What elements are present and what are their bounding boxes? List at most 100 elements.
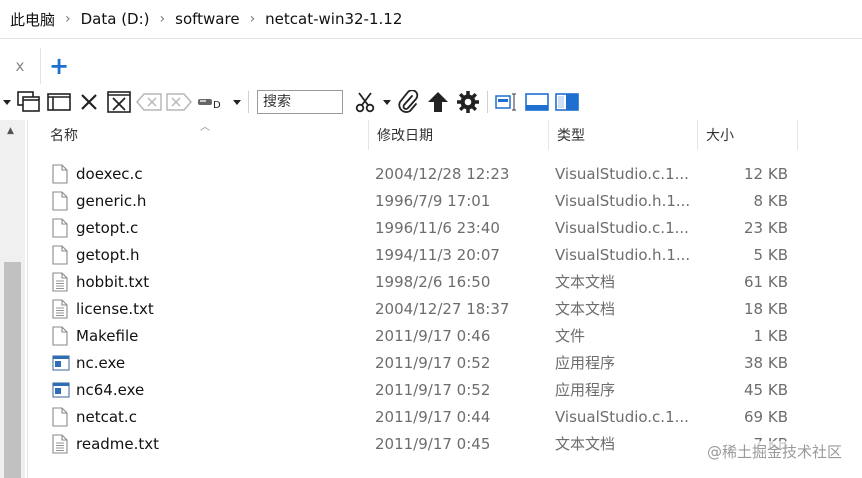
panel-window-icon[interactable] xyxy=(44,87,74,117)
file-name[interactable]: generic.h xyxy=(76,187,146,214)
column-size-label: 大小 xyxy=(706,128,734,144)
dropdown-arrow-icon[interactable] xyxy=(230,87,244,117)
file-row[interactable]: hobbit.txt 1998/2/6 16:50 文本文档 61 KB xyxy=(30,268,862,295)
file-row[interactable]: doexec.c 2004/12/28 12:23 VisualStudio.c.1… xyxy=(30,160,862,187)
dropdown-arrow-icon[interactable] xyxy=(381,87,393,117)
file-modified-date: 1998/2/6 16:50 xyxy=(375,272,491,291)
file-type: VisualStudio.c.1... xyxy=(555,218,689,237)
file-modified-date: 2004/12/27 18:37 xyxy=(375,299,510,318)
file-name[interactable]: nc64.exe xyxy=(76,376,144,403)
file-size: 61 KB xyxy=(744,272,788,291)
scrollbar-thumb[interactable] xyxy=(4,262,21,478)
preview-pane-icon[interactable] xyxy=(492,87,522,117)
file-name[interactable]: doexec.c xyxy=(76,160,143,187)
file-modified-date: 1996/11/6 23:40 xyxy=(375,218,500,237)
close-tab-button[interactable]: x xyxy=(0,48,41,84)
layout-side-pane-icon[interactable] xyxy=(552,87,582,117)
close-window-icon[interactable] xyxy=(104,87,134,117)
column-header-type[interactable]: 类型 xyxy=(549,120,698,150)
file-modified-date: 1994/11/3 20:07 xyxy=(375,245,500,264)
copy-window-icon[interactable] xyxy=(14,87,44,117)
file-size: 8 KB xyxy=(753,191,788,210)
file-row[interactable]: Makefile 2011/9/17 0:46 文件 1 KB xyxy=(30,322,862,349)
file-size: 18 KB xyxy=(744,299,788,318)
breadcrumb-item-software[interactable]: software xyxy=(169,10,245,28)
close-icon[interactable] xyxy=(74,87,104,117)
svg-text:D: D xyxy=(213,100,221,110)
exe-icon xyxy=(52,349,70,376)
file-type: VisualStudio.c.1... xyxy=(555,407,689,426)
file-size: 5 KB xyxy=(753,245,788,264)
file-name[interactable]: Makefile xyxy=(76,322,138,349)
chevron-right-icon[interactable]: › xyxy=(246,11,260,27)
column-name-label: 名称 xyxy=(50,128,78,144)
backspace-icon[interactable] xyxy=(134,87,164,117)
file-icon xyxy=(52,187,70,214)
drive-icon[interactable]: D xyxy=(194,87,230,117)
file-icon xyxy=(52,322,70,349)
file-list: doexec.c 2004/12/28 12:23 VisualStudio.c.1… xyxy=(30,160,862,457)
file-modified-date: 2004/12/28 12:23 xyxy=(375,164,510,183)
file-row[interactable]: nc64.exe 2011/9/17 0:52 应用程序 45 KB xyxy=(30,376,862,403)
column-header-size[interactable]: 大小 xyxy=(698,120,798,150)
file-row[interactable]: getopt.c 1996/11/6 23:40 VisualStudio.c.1.… xyxy=(30,214,862,241)
file-size: 69 KB xyxy=(744,407,788,426)
gear-icon[interactable] xyxy=(453,87,483,117)
search-input[interactable] xyxy=(257,90,343,114)
file-modified-date: 2011/9/17 0:44 xyxy=(375,407,491,426)
text-file-icon xyxy=(52,268,70,295)
layout-bottom-pane-icon[interactable] xyxy=(522,87,552,117)
file-modified-date: 2011/9/17 0:52 xyxy=(375,380,491,399)
tab-strip: x + xyxy=(0,48,862,84)
file-row[interactable]: license.txt 2004/12/27 18:37 文本文档 18 KB xyxy=(30,295,862,322)
file-row[interactable]: netcat.c 2011/9/17 0:44 VisualStudio.c.1..… xyxy=(30,403,862,430)
column-type-label: 类型 xyxy=(557,128,585,144)
pane-divider[interactable] xyxy=(27,120,28,478)
file-icon xyxy=(52,403,70,430)
breadcrumb-item-current-folder[interactable]: netcat-win32-1.12 xyxy=(259,10,408,28)
file-row[interactable]: getopt.h 1994/11/3 20:07 VisualStudio.h.1.… xyxy=(30,241,862,268)
column-header-date[interactable]: 修改日期 xyxy=(369,120,549,150)
file-name[interactable]: netcat.c xyxy=(76,403,137,430)
file-size: 45 KB xyxy=(744,380,788,399)
file-modified-date: 2011/9/17 0:52 xyxy=(375,353,491,372)
file-type: VisualStudio.h.1... xyxy=(555,245,691,264)
up-arrow-icon[interactable] xyxy=(423,87,453,117)
watermark: @稀土掘金技术社区 xyxy=(704,441,844,462)
file-type: 文件 xyxy=(555,327,586,345)
file-name[interactable]: hobbit.txt xyxy=(76,268,149,295)
delete-forward-icon[interactable] xyxy=(164,87,194,117)
column-header-name[interactable]: 名称 xyxy=(42,120,369,150)
toolbar-separator xyxy=(487,91,488,113)
file-row[interactable]: nc.exe 2011/9/17 0:52 应用程序 38 KB xyxy=(30,349,862,376)
file-type: 应用程序 xyxy=(555,354,616,372)
file-name[interactable]: license.txt xyxy=(76,295,154,322)
file-name[interactable]: getopt.h xyxy=(76,241,140,268)
dropdown-arrow-icon[interactable] xyxy=(0,87,14,117)
breadcrumb-item-this-pc[interactable]: 此电脑 xyxy=(0,9,61,30)
breadcrumb: 此电脑 › Data (D:) › software › netcat-win3… xyxy=(0,0,862,39)
file-row[interactable]: generic.h 1996/7/9 17:01 VisualStudio.h.1.… xyxy=(30,187,862,214)
toolbar: D xyxy=(0,86,862,118)
file-icon xyxy=(52,241,70,268)
scissors-icon[interactable] xyxy=(351,87,381,117)
file-type: VisualStudio.c.1... xyxy=(555,164,689,183)
paperclip-icon[interactable] xyxy=(393,87,423,117)
file-type: 文本文档 xyxy=(555,300,616,318)
file-size: 1 KB xyxy=(753,326,788,345)
navigation-scrollbar[interactable]: ▲ xyxy=(0,120,25,478)
breadcrumb-item-drive[interactable]: Data (D:) xyxy=(75,10,156,28)
file-name[interactable]: nc.exe xyxy=(76,349,125,376)
chevron-right-icon[interactable]: › xyxy=(61,11,75,27)
file-name[interactable]: getopt.c xyxy=(76,214,138,241)
file-name[interactable]: readme.txt xyxy=(76,430,159,457)
file-size: 23 KB xyxy=(744,218,788,237)
file-size: 38 KB xyxy=(744,353,788,372)
file-modified-date: 2011/9/17 0:45 xyxy=(375,434,491,453)
new-tab-button[interactable]: + xyxy=(41,48,77,84)
scroll-up-arrow-icon[interactable]: ▲ xyxy=(7,126,14,136)
file-type: 文本文档 xyxy=(555,435,616,453)
toolbar-separator xyxy=(248,91,249,113)
chevron-right-icon[interactable]: › xyxy=(156,11,170,27)
file-modified-date: 2011/9/17 0:46 xyxy=(375,326,491,345)
